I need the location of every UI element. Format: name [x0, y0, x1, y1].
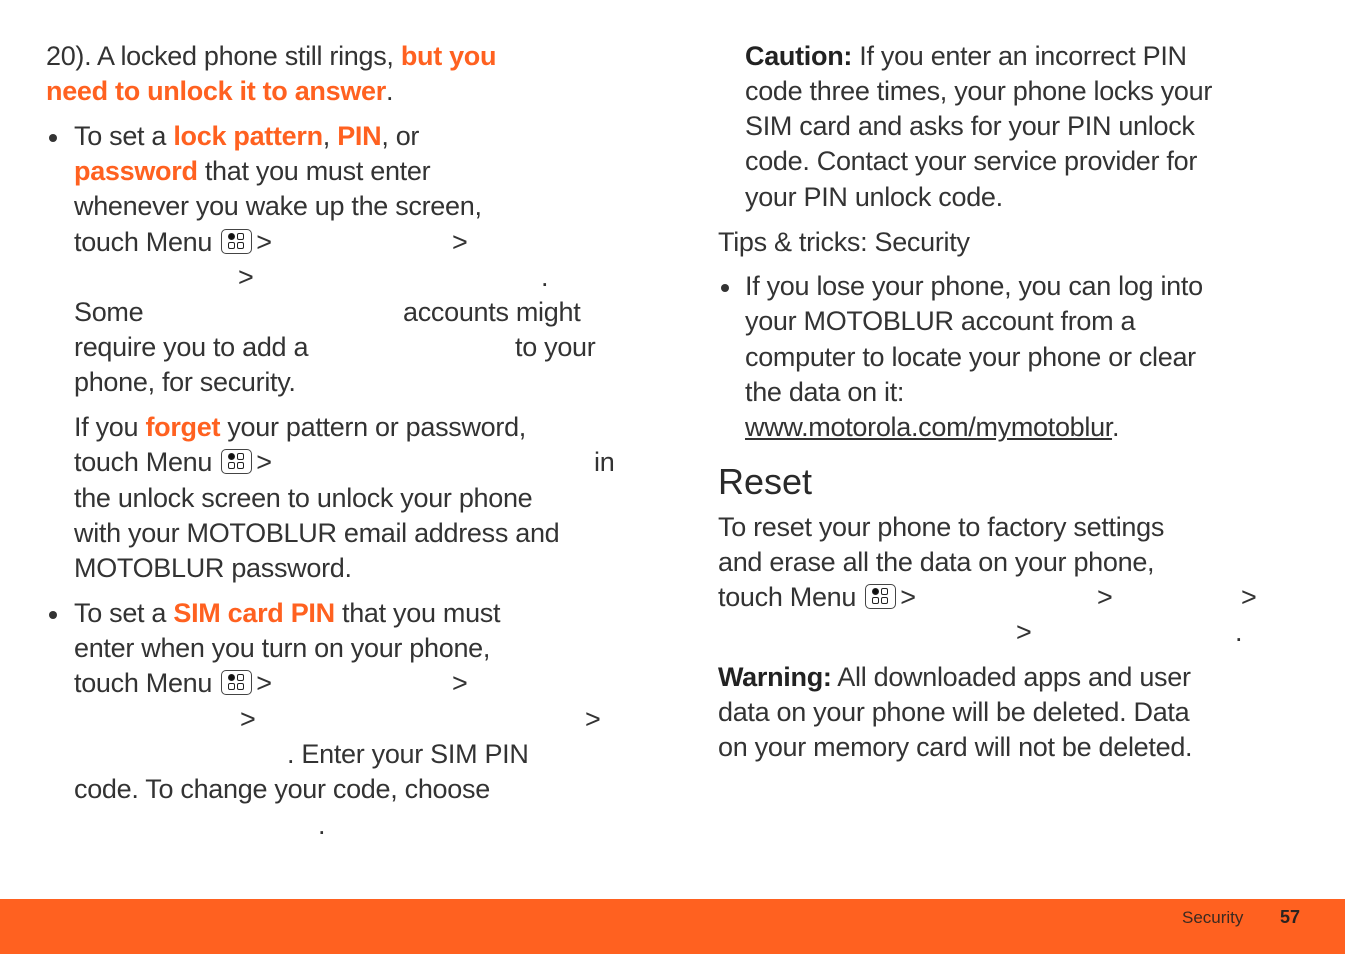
text: that you must enter: [197, 156, 431, 186]
text: touch Menu: [718, 582, 857, 612]
reset-line-2: and erase all the data on your phone,: [718, 547, 1155, 577]
path-separator: >: [256, 447, 272, 477]
tip-line-5: www.motorola.com/mymotoblur.: [745, 410, 1120, 445]
tip-line-1: If you lose your phone, you can log into: [745, 271, 1203, 301]
caution-line-4: code. Contact your service provider for: [745, 146, 1198, 176]
bullet1-line-7b: to your: [515, 332, 596, 362]
forget-line-3: the unlock screen to unlock your phone: [74, 483, 533, 513]
caution-line-2: code three times, your phone locks your: [745, 76, 1213, 106]
reset-line-3: touch Menu >: [718, 580, 916, 615]
footer-bar: [0, 899, 1345, 954]
path-separator: >: [900, 582, 916, 612]
punctuation: .: [318, 810, 326, 840]
lock-pattern-highlight: lock pattern: [173, 121, 323, 151]
tips-heading: Tips & tricks: Security: [718, 227, 970, 257]
caution-label: Caution:: [745, 41, 853, 71]
bullet1-line-6a: Some: [74, 297, 144, 327]
intro-text: 20). A locked phone still rings,: [46, 41, 401, 71]
forget-line-1: If you forget your pattern or password,: [74, 410, 526, 445]
path-separator: >: [238, 262, 254, 292]
bullet2-line-1: To set a SIM card PIN that you must: [74, 596, 501, 631]
forget-line-5: MOTOBLUR password.: [74, 553, 352, 583]
menu-key-icon: [221, 229, 253, 254]
bullet1-line-6b: accounts might: [403, 297, 581, 327]
bullet1-line-1: To set a lock pattern, PIN, or: [74, 119, 419, 154]
menu-key-icon: [865, 584, 897, 609]
bullet1-line-8: phone, for security.: [74, 367, 296, 397]
forget-highlight: forget: [145, 412, 221, 442]
text: touch Menu: [74, 447, 213, 477]
text: To set a: [74, 598, 174, 628]
pin-highlight: PIN: [337, 121, 382, 151]
path-separator: >: [1016, 617, 1032, 647]
text: , or: [381, 121, 420, 151]
path-separator: >: [452, 227, 468, 257]
text: If you enter an incorrect PIN: [852, 41, 1187, 71]
path-separator: >: [256, 668, 272, 698]
bullet2-line-5: . Enter your SIM PIN: [287, 739, 529, 769]
text: touch Menu: [74, 668, 213, 698]
punctuation: .: [1112, 412, 1120, 442]
forget-line-2: touch Menu >: [74, 445, 272, 480]
bullet2-line-6: code. To change your code, choose: [74, 774, 490, 804]
path-separator: >: [1241, 582, 1257, 612]
intro-highlight: but you: [400, 41, 497, 71]
bullet-dot: [721, 284, 729, 292]
reset-heading: Reset: [718, 461, 813, 502]
punctuation: .: [385, 76, 394, 106]
page-number: 57: [1280, 907, 1301, 927]
password-highlight: password: [74, 156, 198, 186]
tip-line-3: computer to locate your phone or clear: [745, 342, 1196, 372]
path-separator: >: [585, 704, 601, 734]
bullet1-line-2: password that you must enter: [74, 154, 431, 189]
bullet2-line-2: enter when you turn on your phone,: [74, 633, 491, 663]
path-separator: >: [240, 704, 256, 734]
tip-line-2: your MOTOBLUR account from a: [745, 306, 1136, 336]
caution-line-5: your PIN unlock code.: [745, 182, 1003, 212]
tip-line-4: the data on it:: [745, 377, 905, 407]
warning-line-3: on your memory card will not be deleted.: [718, 732, 1193, 762]
bullet1-line-4: touch Menu >: [74, 225, 272, 260]
forget-line-4: with your MOTOBLUR email address and: [74, 518, 560, 548]
menu-key-icon: [221, 449, 253, 474]
warning-label: Warning:: [718, 662, 832, 692]
path-separator: >: [1097, 582, 1113, 612]
path-separator: >: [256, 227, 272, 257]
warning-line-1: Warning: All downloaded apps and user: [718, 660, 1191, 695]
text: ,: [322, 121, 338, 151]
intro-line-2: need to unlock it to answer.: [46, 74, 393, 109]
text: If you: [74, 412, 146, 442]
intro-highlight-2: need to unlock it to answer: [46, 76, 386, 106]
caution-line-1: Caution: If you enter an incorrect PIN: [745, 39, 1187, 74]
path-separator: >: [452, 668, 468, 698]
text: your pattern or password,: [220, 412, 527, 442]
mymotoblur-link[interactable]: www.motorola.com/mymotoblur: [745, 412, 1112, 442]
bullet1-line-7a: require you to add a: [74, 332, 309, 362]
caution-line-3: SIM card and asks for your PIN unlock: [745, 111, 1195, 141]
text: To set a: [74, 121, 174, 151]
sim-card-pin-highlight: SIM card PIN: [173, 598, 335, 628]
intro-line-1: 20). A locked phone still rings, but you: [46, 39, 497, 74]
menu-key-icon: [221, 670, 253, 695]
bullet1-line-3: whenever you wake up the screen,: [74, 191, 482, 221]
text: touch Menu: [74, 227, 213, 257]
punctuation: .: [1235, 617, 1243, 647]
bullet-dot: [49, 134, 57, 142]
footer-section-title: Security: [1182, 908, 1244, 927]
warning-line-2: data on your phone will be deleted. Data: [718, 697, 1190, 727]
punctuation: .: [541, 262, 549, 292]
reset-line-1: To reset your phone to factory settings: [718, 512, 1165, 542]
bullet2-line-3: touch Menu >: [74, 666, 272, 701]
bullet-dot: [49, 611, 57, 619]
text: All downloaded apps and user: [831, 662, 1191, 692]
forget-line-2-end: in: [594, 447, 615, 477]
text: that you must: [334, 598, 501, 628]
